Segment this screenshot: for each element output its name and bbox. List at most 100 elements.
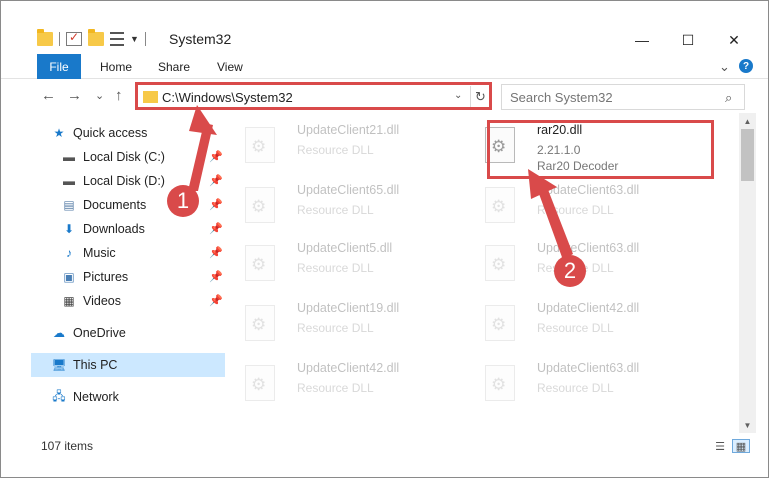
dll-file-icon xyxy=(245,365,275,401)
sidebar-item-quick-access[interactable]: ★ Quick access xyxy=(51,121,239,145)
sidebar-item-music[interactable]: ♪ Music 📌 xyxy=(61,241,225,265)
pin-icon: 📌 xyxy=(209,151,223,163)
item-count: 107 items xyxy=(41,439,94,453)
qat-dropdown-icon[interactable]: ▼ xyxy=(130,34,139,44)
dll-file-icon xyxy=(245,187,275,223)
pc-icon: 🖥 xyxy=(51,358,67,372)
toolbar-separator xyxy=(59,32,60,46)
step-marker-2: 2 xyxy=(554,255,586,287)
navigation-pane: ★ Quick access ▬ Local Disk (C:) 📌 ▬ Loc… xyxy=(31,119,225,431)
sidebar-item-local-disk-d[interactable]: ▬ Local Disk (D:) 📌 xyxy=(61,169,225,193)
tab-file[interactable]: File xyxy=(37,54,81,79)
pin-icon: 📌 xyxy=(209,247,223,259)
toolbar-separator xyxy=(144,32,146,46)
back-button[interactable]: ← xyxy=(41,87,56,104)
explorer-window: ▼ System32 — ☐ ✕ File Home Share View ⌄ … xyxy=(0,0,769,478)
sidebar-item-label: Music xyxy=(83,246,116,260)
dll-file-icon xyxy=(485,365,515,401)
collapse-ribbon-icon[interactable]: ⌄ xyxy=(719,59,730,75)
file-name: UpdateClient63.dll xyxy=(537,183,640,197)
dll-file-icon xyxy=(245,127,275,163)
tab-view[interactable]: View xyxy=(217,54,243,79)
scroll-thumb[interactable] xyxy=(741,129,754,181)
dll-file-icon xyxy=(485,187,515,223)
scroll-down-icon[interactable]: ▼ xyxy=(739,417,756,433)
documents-icon: ▤ xyxy=(63,198,75,212)
sidebar-item-label: Pictures xyxy=(83,270,129,284)
pin-icon: 📌 xyxy=(209,199,223,211)
minimize-button[interactable]: — xyxy=(619,25,665,55)
file-tile[interactable]: UpdateClient42.dll Resource DLL xyxy=(227,353,457,409)
pin-icon: 📌 xyxy=(209,223,223,235)
file-name: UpdateClient42.dll xyxy=(297,361,400,375)
file-name: UpdateClient5.dll xyxy=(297,241,393,255)
ribbon-tabs: File Home Share View ⌄ ? xyxy=(1,54,768,79)
properties-icon[interactable] xyxy=(66,30,82,46)
details-view-icon[interactable]: ☰ xyxy=(711,439,729,453)
sidebar-item-downloads[interactable]: ⬇ Downloads 📌 xyxy=(61,217,225,241)
file-tile[interactable]: UpdateClient42.dll Resource DLL xyxy=(467,293,697,349)
file-highlight-box xyxy=(487,120,714,179)
file-tile[interactable]: UpdateClient63.dll Resource DLL xyxy=(467,353,697,409)
onedrive-icon: ☁ xyxy=(53,326,65,340)
search-box[interactable]: ⌕ xyxy=(501,84,745,110)
file-name: UpdateClient63.dll xyxy=(537,361,640,375)
file-tile[interactable]: UpdateClient21.dll Resource DLL xyxy=(227,115,457,171)
pictures-icon: ▣ xyxy=(63,270,75,284)
sidebar-item-videos[interactable]: ▦ Videos 📌 xyxy=(61,289,225,313)
pin-icon: 📌 xyxy=(209,271,223,283)
help-icon[interactable]: ? xyxy=(739,59,753,73)
tiles-view-icon[interactable]: ▦ xyxy=(732,439,750,453)
recent-locations-button[interactable]: ⌄ xyxy=(95,89,104,102)
file-tile[interactable]: UpdateClient19.dll Resource DLL xyxy=(227,293,457,349)
step-marker-1: 1 xyxy=(167,185,199,217)
tab-home[interactable]: Home xyxy=(100,54,132,79)
file-description: Resource DLL xyxy=(297,321,374,335)
file-tile[interactable]: UpdateClient65.dll Resource DLL xyxy=(227,175,457,231)
file-name: UpdateClient42.dll xyxy=(537,301,640,315)
file-tile[interactable]: UpdateClient63.dll Resource DLL xyxy=(467,175,697,231)
sidebar-item-pictures[interactable]: ▣ Pictures 📌 xyxy=(61,265,225,289)
dll-file-icon xyxy=(485,245,515,281)
file-tile[interactable]: UpdateClient5.dll Resource DLL xyxy=(227,233,457,289)
close-button[interactable]: ✕ xyxy=(711,25,757,55)
file-description: Resource DLL xyxy=(297,143,374,157)
drive-icon: ▬ xyxy=(63,150,75,164)
search-icon[interactable]: ⌕ xyxy=(725,90,732,106)
address-highlight-box xyxy=(135,82,492,110)
dll-file-icon xyxy=(485,305,515,341)
forward-button[interactable]: → xyxy=(67,87,82,104)
vertical-scrollbar[interactable]: ▲ ▼ xyxy=(739,113,756,433)
file-name: UpdateClient63.dll xyxy=(537,241,640,255)
quick-access-toolbar: ▼ xyxy=(37,29,146,49)
up-button[interactable]: ↑ xyxy=(115,87,123,104)
folder-icon xyxy=(37,29,53,46)
new-folder-icon[interactable] xyxy=(88,29,104,46)
file-name: UpdateClient19.dll xyxy=(297,301,400,315)
file-description: Resource DLL xyxy=(297,381,374,395)
network-icon: 🖧 xyxy=(52,388,66,403)
title-bar: ▼ System32 — ☐ ✕ xyxy=(1,1,768,51)
tab-share[interactable]: Share xyxy=(158,54,190,79)
sidebar-item-label: Documents xyxy=(83,198,147,212)
search-input[interactable] xyxy=(510,89,710,105)
dll-file-icon xyxy=(245,305,275,341)
scroll-up-icon[interactable]: ▲ xyxy=(739,113,756,129)
drive-icon: ▬ xyxy=(63,174,75,188)
pin-icon: 📌 xyxy=(209,175,223,187)
sidebar-item-label: Quick access xyxy=(73,126,148,140)
maximize-button[interactable]: ☐ xyxy=(665,25,711,55)
customize-icon[interactable] xyxy=(110,32,124,46)
sidebar-item-documents[interactable]: ▤ Documents 📌 xyxy=(61,193,225,217)
sidebar-item-local-disk-c[interactable]: ▬ Local Disk (C:) 📌 xyxy=(61,145,225,169)
status-bar: 107 items ☰ ▦ xyxy=(1,437,768,457)
file-description: Resource DLL xyxy=(537,321,614,335)
file-name: UpdateClient21.dll xyxy=(297,123,400,137)
sidebar-item-label: This PC xyxy=(73,358,118,372)
music-icon: ♪ xyxy=(66,246,72,260)
sidebar-item-label: Downloads xyxy=(83,222,145,236)
sidebar-item-network[interactable]: 🖧 Network xyxy=(51,385,225,409)
sidebar-item-onedrive[interactable]: ☁ OneDrive xyxy=(51,321,225,345)
file-description: Resource DLL xyxy=(297,261,374,275)
sidebar-item-this-pc[interactable]: 🖥 This PC xyxy=(31,353,225,377)
